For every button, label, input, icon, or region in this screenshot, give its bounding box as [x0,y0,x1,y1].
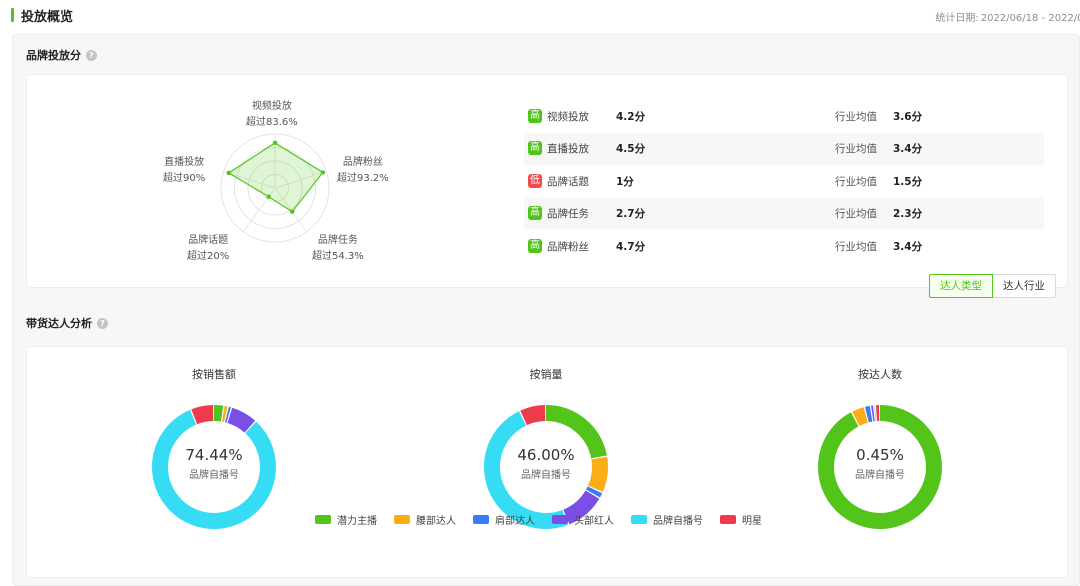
donut-title-count: 按达人数 [858,368,902,381]
score-row: 高 品牌粉丝 4.7分 行业均值 3.4分 [524,231,1044,263]
row-avg-value: 3.4分 [893,143,923,155]
radar-axis-name: 品牌任务 [317,235,358,246]
donut-center-value: 46.00% [517,446,575,464]
legend-swatch [552,515,568,524]
row-avg-label: 行业均值 [835,176,877,188]
row-name: 视频投放 [547,111,589,123]
row-score: 4.2分 [616,111,646,123]
tab-influencer-type[interactable]: 达人类型 [929,274,993,298]
row-score: 4.5分 [616,143,646,155]
radar-axis-beat: 超过90% [163,173,206,184]
legend-item[interactable]: 肩部达人 [473,512,535,527]
title-accent-bar [11,8,14,22]
legend-swatch [631,515,647,524]
level-badge: 低 [528,174,542,188]
donut-center-label: 品牌自播号 [189,470,239,481]
radar-label-fans: 品牌粉丝 超过93.2% [337,155,389,187]
level-badge: 高 [528,109,542,123]
influencer-heading: 带货达人分析? [26,315,108,331]
radar-axis-name: 直播投放 [164,157,205,168]
date-value: 2022/06/18 - 2022/07/17 [980,13,1080,24]
radar-point [290,209,295,214]
tab-influencer-industry[interactable]: 达人行业 [993,274,1056,298]
legend-label: 明星 [742,516,762,527]
legend-label: 头部红人 [574,516,614,527]
radar-axis-beat: 超过83.6% [246,117,298,128]
legend-swatch [394,515,410,524]
score-row: 高 品牌任务 2.7分 行业均值 2.3分 [524,198,1044,230]
brand-score-card: 视频投放 超过83.6% 品牌粉丝 超过93.2% 品牌任务 超过54.3% 品… [26,74,1068,288]
legend-swatch [720,515,736,524]
influencer-title: 带货达人分析 [26,317,92,330]
radar-axis-beat: 超过20% [187,251,230,262]
donut-title-sales: 按销售额 [192,368,236,381]
radar-point [226,170,231,176]
row-score: 2.7分 [616,208,646,220]
radar-label-task: 品牌任务 超过54.3% [312,233,364,265]
legend-item[interactable]: 品牌自播号 [631,512,703,527]
legend-label: 腰部达人 [416,516,456,527]
brand-score-heading: 品牌投放分? [26,47,97,63]
row-avg-value: 1.5分 [893,176,923,188]
row-score: 1分 [616,176,634,188]
radar-label-video: 视频投放 超过83.6% [246,99,298,131]
row-avg-label: 行业均值 [835,111,877,123]
row-name: 品牌任务 [547,208,589,220]
legend-label: 潜力主播 [337,516,377,527]
date-label: 统计日期: [935,13,979,24]
radar-axis-name: 视频投放 [251,101,292,112]
brand-score-title: 品牌投放分 [26,49,81,62]
date-range: 统计日期:2022/06/18 - 2022/07/17 [935,9,1080,24]
radar-point [320,170,326,175]
donut-legend: 潜力主播 腰部达人 肩部达人 头部红人 品牌自播号 明星 [315,512,779,527]
level-badge: 高 [528,239,542,253]
row-name: 直播投放 [547,143,589,155]
radar-area [227,142,324,213]
legend-swatch [315,515,331,524]
donut-center-value: 0.45% [856,446,904,464]
page-header: 投放概览 统计日期:2022/06/18 - 2022/07/17 [0,0,1080,34]
donut-center-value: 74.44% [185,446,243,464]
legend-item[interactable]: 明星 [720,512,762,527]
row-avg-value: 3.4分 [893,241,923,253]
legend-item[interactable]: 头部红人 [552,512,614,527]
radar-label-live: 直播投放 超过90% [163,155,205,187]
level-badge: 高 [528,141,542,155]
legend-item[interactable]: 潜力主播 [315,512,377,527]
row-avg-label: 行业均值 [835,143,877,155]
score-row: 高 直播投放 4.5分 行业均值 3.4分 [524,133,1044,165]
row-avg-label: 行业均值 [835,241,877,253]
score-row: 高 视频投放 4.2分 行业均值 3.6分 [524,101,1044,133]
radar-point [272,140,278,146]
row-avg-value: 2.3分 [893,208,923,220]
donut-center-label: 品牌自播号 [521,470,571,481]
level-badge: 高 [528,206,542,220]
row-name: 品牌话题 [547,176,589,188]
score-row: 低 品牌话题 1分 行业均值 1.5分 [524,166,1044,198]
row-name: 品牌粉丝 [547,241,589,253]
legend-swatch [473,515,489,524]
help-icon[interactable]: ? [97,318,108,329]
row-avg-value: 3.6分 [893,111,923,123]
row-avg-label: 行业均值 [835,208,877,220]
page-title: 投放概览 [21,10,74,25]
radar-axis-name: 品牌粉丝 [342,157,383,168]
radar-point [266,194,271,199]
legend-label: 品牌自播号 [653,516,703,527]
radar-label-topic: 品牌话题 超过20% [187,233,229,265]
influencer-tabs: 达人类型 达人行业 [929,274,1056,298]
radar-axis-name: 品牌话题 [188,235,229,246]
legend-item[interactable]: 腰部达人 [394,512,456,527]
row-score: 4.7分 [616,241,646,253]
radar-axis-beat: 超过54.3% [312,251,364,262]
legend-label: 肩部达人 [495,516,535,527]
radar-axis-beat: 超过93.2% [337,173,389,184]
donut-center-label: 品牌自播号 [855,470,905,481]
help-icon[interactable]: ? [86,50,97,61]
donut-title-volume: 按销量 [529,368,563,381]
